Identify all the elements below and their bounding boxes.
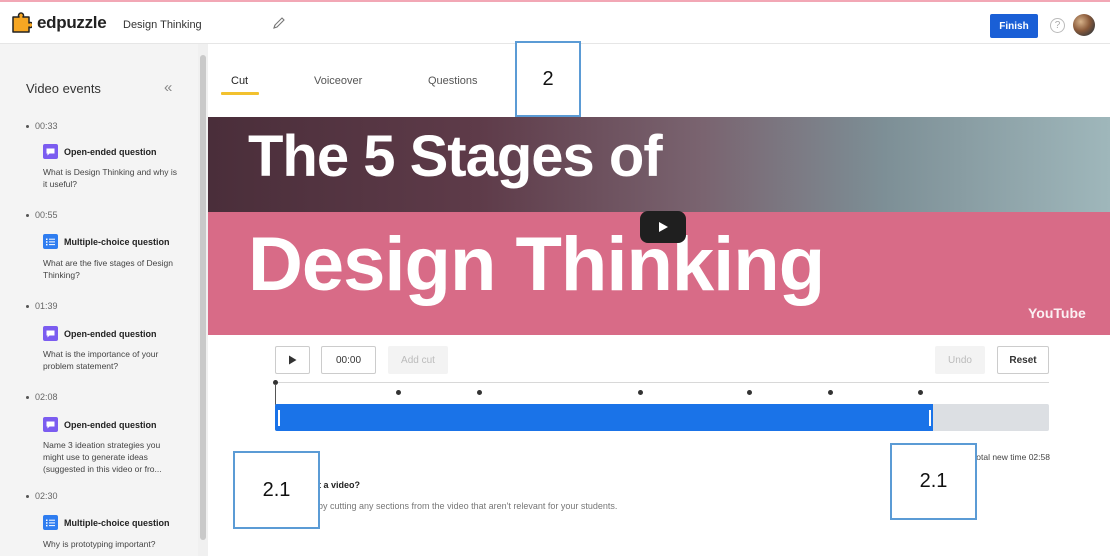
help-icon[interactable]: ? <box>1050 18 1065 33</box>
annotation-callout-top: 2 <box>515 41 581 117</box>
event-type-label: Multiple-choice question <box>64 517 170 528</box>
event-question-text: Why is prototyping important? <box>43 539 156 549</box>
question-marker[interactable] <box>396 390 401 395</box>
help-description: by cutting any sections from the video t… <box>318 501 618 511</box>
event-type[interactable]: Multiple-choice question <box>43 515 170 530</box>
kept-segment[interactable] <box>275 404 933 431</box>
timeline-ruler <box>275 382 1049 383</box>
app-header: edpuzzle Design Thinking Finish ? <box>0 2 1110 44</box>
event-question-text: What is the importance of your problem s… <box>43 349 159 371</box>
annotation-callout-right: 2.1 <box>890 443 977 520</box>
event-type-label: Open-ended question <box>64 328 157 339</box>
tab-voiceover[interactable]: Voiceover <box>314 75 362 87</box>
active-tab-indicator <box>221 92 259 95</box>
question-marker[interactable] <box>477 390 482 395</box>
event-type[interactable]: Open-ended question <box>43 144 157 159</box>
question-marker[interactable] <box>918 390 923 395</box>
sidebar-scrollbar-thumb[interactable] <box>200 55 206 540</box>
help-question: t a video? <box>318 480 361 490</box>
tab-questions[interactable]: Questions <box>428 75 478 87</box>
finish-button[interactable]: Finish <box>990 14 1038 38</box>
video-events-sidebar: Video events « 00:33 Open-ended question… <box>0 44 198 556</box>
open-ended-question-icon <box>43 144 58 159</box>
question-marker[interactable] <box>747 390 752 395</box>
add-cut-button[interactable]: Add cut <box>388 346 448 374</box>
video-player[interactable]: The 5 Stages of Design Thinking YouTube <box>208 117 1110 335</box>
pencil-icon[interactable] <box>272 16 286 30</box>
event-time: 02:30 <box>26 491 58 501</box>
event-question-text: Name 3 ideation strategies you might use… <box>43 440 162 474</box>
event-type[interactable]: Multiple-choice question <box>43 234 170 249</box>
event-question-text: What is Design Thinking and why is it us… <box>43 167 178 189</box>
event-question-text: What are the five stages of Design Think… <box>43 258 173 280</box>
project-title: Design Thinking <box>123 19 202 31</box>
cut-start-handle[interactable] <box>278 410 280 426</box>
event-time: 00:55 <box>26 210 58 220</box>
play-button[interactable] <box>275 346 310 374</box>
video-title-line1: The 5 Stages of <box>248 124 663 189</box>
event-time: 01:39 <box>26 301 58 311</box>
total-new-time: Total new time 02:58 <box>972 452 1050 462</box>
timeline-playhead-line <box>275 384 276 406</box>
current-time-field[interactable]: 00:00 <box>321 346 376 374</box>
video-title-line2: Design Thinking <box>248 222 825 307</box>
undo-button[interactable]: Undo <box>935 346 985 374</box>
event-type-label: Open-ended question <box>64 419 157 430</box>
event-type-label: Open-ended question <box>64 146 157 157</box>
event-type-label: Multiple-choice question <box>64 236 170 247</box>
event-time: 00:33 <box>26 121 58 131</box>
open-ended-question-icon <box>43 417 58 432</box>
multiple-choice-question-icon <box>43 234 58 249</box>
open-ended-question-icon <box>43 326 58 341</box>
collapse-sidebar-icon[interactable]: « <box>164 79 172 96</box>
tab-cut[interactable]: Cut <box>231 75 248 87</box>
play-icon <box>289 355 297 365</box>
multiple-choice-question-icon <box>43 515 58 530</box>
avatar[interactable] <box>1073 14 1095 36</box>
play-overlay-button[interactable] <box>640 211 686 243</box>
event-type[interactable]: Open-ended question <box>43 417 157 432</box>
sidebar-title: Video events <box>26 81 101 96</box>
annotation-callout-left: 2.1 <box>233 451 320 529</box>
edpuzzle-logo[interactable]: edpuzzle <box>10 12 107 34</box>
play-icon <box>659 222 668 232</box>
question-marker[interactable] <box>638 390 643 395</box>
reset-button[interactable]: Reset <box>997 346 1049 374</box>
puzzle-logo-icon <box>12 12 32 33</box>
cut-end-handle[interactable] <box>929 410 931 426</box>
event-time: 02:08 <box>26 392 58 402</box>
logo-text: edpuzzle <box>37 13 107 32</box>
event-type[interactable]: Open-ended question <box>43 326 157 341</box>
question-marker[interactable] <box>828 390 833 395</box>
youtube-badge: YouTube <box>1028 305 1086 321</box>
